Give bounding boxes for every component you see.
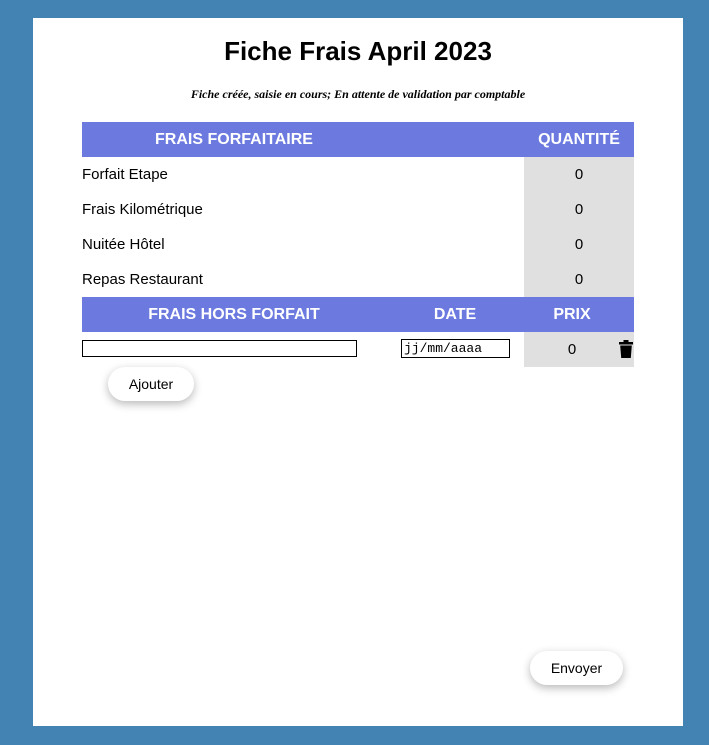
forfait-row: Nuitée Hôtel 0 [82, 227, 634, 262]
hors-forfait-row: jj/mm/aaaa 0 [82, 332, 634, 367]
hors-forfait-table-header: FRAIS HORS FORFAIT DATE PRIX [82, 297, 634, 332]
forfait-row-quantity[interactable]: 0 [524, 157, 634, 192]
forfait-table-header: FRAIS FORFAITAIRE QUANTITÉ [82, 122, 634, 157]
forfait-row-quantity[interactable]: 0 [524, 262, 634, 297]
forfait-row: Repas Restaurant 0 [82, 262, 634, 297]
hors-forfait-date-input[interactable]: jj/mm/aaaa [401, 339, 510, 358]
forfait-row-quantity[interactable]: 0 [524, 192, 634, 227]
forfait-label-header: FRAIS FORFAITAIRE [155, 131, 313, 148]
forfait-row: Frais Kilométrique 0 [82, 192, 634, 227]
price-header: PRIX [553, 306, 591, 323]
trash-icon[interactable] [619, 340, 633, 358]
page-title: Fiche Frais April 2023 [224, 36, 492, 66]
status-text: Fiche créée, saisie en cours; En attente… [190, 87, 526, 101]
expense-sheet-card: Fiche Frais April 2023 Fiche créée, sais… [33, 18, 683, 726]
date-header: DATE [433, 306, 477, 323]
quantity-header: QUANTITÉ [538, 131, 620, 148]
hors-forfait-label-input[interactable] [82, 340, 357, 357]
hors-forfait-price-cell: 0 [524, 332, 634, 367]
add-button[interactable]: Ajouter [108, 367, 194, 401]
hors-forfait-price-value[interactable]: 0 [524, 332, 620, 368]
forfait-row-label: Repas Restaurant [82, 271, 203, 288]
forfait-row-label: Frais Kilométrique [82, 201, 203, 218]
forfait-row: Forfait Etape 0 [82, 157, 634, 192]
forfait-row-label: Forfait Etape [82, 166, 168, 183]
hors-forfait-label-header: FRAIS HORS FORFAIT [148, 306, 320, 323]
submit-button[interactable]: Envoyer [530, 651, 623, 685]
forfait-row-label: Nuitée Hôtel [82, 236, 165, 253]
forfait-row-quantity[interactable]: 0 [524, 227, 634, 262]
